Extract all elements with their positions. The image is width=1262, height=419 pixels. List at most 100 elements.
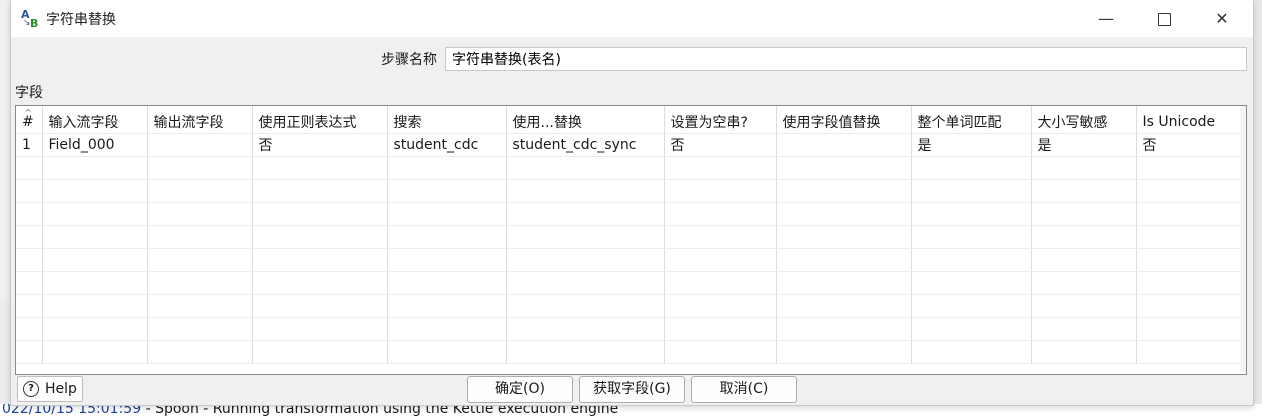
column-header[interactable]: 使用...替换 bbox=[506, 106, 665, 134]
table-cell[interactable] bbox=[16, 202, 43, 226]
fields-table[interactable]: ^ # 输入流字段 输出流字段 使用正则表达式 搜索 使用...替换 设置为空串? 使用字段值… bbox=[15, 105, 1247, 375]
column-header[interactable]: 整个单词匹配 bbox=[911, 106, 1032, 134]
column-header[interactable]: 大小写敏感 bbox=[1031, 106, 1137, 134]
table-row[interactable]: 1 Field_000 否 student_cdc student_cdc_sync 否是… bbox=[16, 133, 1243, 157]
table-cell[interactable] bbox=[16, 156, 43, 180]
table-cell[interactable] bbox=[506, 225, 665, 249]
table-cell[interactable] bbox=[664, 317, 777, 341]
table-cell[interactable] bbox=[147, 340, 253, 364]
table-cell[interactable] bbox=[664, 271, 777, 295]
table-cell[interactable] bbox=[42, 294, 148, 318]
empty-table-row[interactable] bbox=[16, 202, 1243, 226]
table-cell[interactable] bbox=[776, 133, 912, 157]
table-cell[interactable] bbox=[664, 248, 777, 272]
table-cell[interactable] bbox=[252, 317, 388, 341]
table-cell[interactable] bbox=[147, 156, 253, 180]
table-cell[interactable]: 是 bbox=[1031, 133, 1137, 157]
table-cell[interactable] bbox=[506, 248, 665, 272]
table-cell[interactable] bbox=[147, 133, 253, 157]
table-cell[interactable] bbox=[42, 271, 148, 295]
table-cell[interactable] bbox=[911, 225, 1032, 249]
table-cell[interactable] bbox=[252, 340, 388, 364]
table-cell[interactable] bbox=[1031, 271, 1137, 295]
table-cell[interactable] bbox=[911, 248, 1032, 272]
empty-table-row[interactable] bbox=[16, 317, 1243, 341]
table-cell[interactable] bbox=[911, 179, 1032, 203]
table-cell[interactable] bbox=[776, 202, 912, 226]
table-cell[interactable] bbox=[42, 225, 148, 249]
column-header[interactable]: 输出流字段 bbox=[147, 106, 253, 134]
table-cell[interactable] bbox=[911, 340, 1032, 364]
table-cell[interactable] bbox=[664, 202, 777, 226]
table-cell[interactable] bbox=[506, 294, 665, 318]
help-button[interactable]: ? Help bbox=[17, 376, 83, 402]
table-cell[interactable] bbox=[1136, 340, 1243, 364]
step-name-input[interactable] bbox=[445, 47, 1247, 71]
column-header[interactable]: 设置为空串? bbox=[664, 106, 777, 134]
table-cell[interactable] bbox=[506, 202, 665, 226]
table-cell[interactable] bbox=[42, 202, 148, 226]
table-cell[interactable]: 是 bbox=[911, 133, 1032, 157]
table-cell[interactable] bbox=[1136, 248, 1243, 272]
table-cell[interactable]: 否 bbox=[1136, 133, 1243, 157]
table-cell[interactable] bbox=[387, 248, 507, 272]
get-fields-button[interactable]: 获取字段(G) bbox=[579, 376, 685, 403]
table-cell[interactable] bbox=[147, 317, 253, 341]
table-cell[interactable] bbox=[776, 340, 912, 364]
table-cell[interactable] bbox=[911, 271, 1032, 295]
table-cell[interactable] bbox=[776, 317, 912, 341]
table-cell[interactable] bbox=[506, 156, 665, 180]
table-cell[interactable] bbox=[776, 271, 912, 295]
table-cell[interactable] bbox=[1031, 317, 1137, 341]
close-button[interactable]: ✕ bbox=[1199, 0, 1245, 37]
table-cell[interactable]: student_cdc bbox=[387, 133, 507, 157]
table-cell[interactable] bbox=[387, 294, 507, 318]
table-cell[interactable] bbox=[1136, 225, 1243, 249]
minimize-button[interactable]: — bbox=[1083, 0, 1129, 37]
table-cell[interactable] bbox=[16, 225, 43, 249]
ok-button[interactable]: 确定(O) bbox=[467, 376, 573, 403]
table-cell[interactable] bbox=[252, 202, 388, 226]
cancel-button[interactable]: 取消(C) bbox=[691, 376, 797, 403]
table-cell[interactable] bbox=[911, 156, 1032, 180]
table-cell[interactable] bbox=[664, 294, 777, 318]
table-cell[interactable] bbox=[1136, 179, 1243, 203]
table-cell[interactable] bbox=[42, 248, 148, 272]
table-cell[interactable] bbox=[387, 317, 507, 341]
table-cell[interactable] bbox=[776, 179, 912, 203]
table-cell[interactable] bbox=[911, 202, 1032, 226]
table-cell[interactable] bbox=[1031, 248, 1137, 272]
table-cell[interactable] bbox=[1031, 202, 1137, 226]
table-cell[interactable] bbox=[1136, 317, 1243, 341]
table-cell[interactable] bbox=[387, 202, 507, 226]
table-cell[interactable] bbox=[506, 271, 665, 295]
table-cell[interactable] bbox=[387, 225, 507, 249]
table-cell[interactable] bbox=[42, 179, 148, 203]
table-cell[interactable] bbox=[387, 340, 507, 364]
empty-table-row[interactable] bbox=[16, 248, 1243, 272]
table-cell[interactable] bbox=[387, 271, 507, 295]
table-cell[interactable] bbox=[252, 156, 388, 180]
table-cell[interactable] bbox=[664, 179, 777, 203]
table-cell[interactable] bbox=[16, 179, 43, 203]
table-cell[interactable] bbox=[506, 179, 665, 203]
table-cell[interactable] bbox=[1136, 294, 1243, 318]
table-cell[interactable] bbox=[16, 271, 43, 295]
table-cell[interactable] bbox=[664, 340, 777, 364]
table-cell[interactable] bbox=[147, 271, 253, 295]
column-header[interactable]: 搜索 bbox=[387, 106, 507, 134]
table-cell[interactable] bbox=[776, 156, 912, 180]
column-header[interactable]: 使用正则表达式 bbox=[252, 106, 388, 134]
table-cell[interactable] bbox=[147, 202, 253, 226]
table-cell[interactable] bbox=[1136, 271, 1243, 295]
table-cell[interactable] bbox=[776, 248, 912, 272]
empty-table-row[interactable] bbox=[16, 294, 1243, 318]
table-cell[interactable]: 否 bbox=[252, 133, 388, 157]
table-cell[interactable] bbox=[147, 248, 253, 272]
table-cell[interactable] bbox=[776, 225, 912, 249]
table-cell[interactable]: 否 bbox=[664, 133, 777, 157]
table-cell[interactable]: 1 bbox=[16, 133, 43, 157]
table-cell[interactable] bbox=[664, 225, 777, 249]
column-header[interactable]: 使用字段值替换 bbox=[776, 106, 912, 134]
column-header[interactable]: 输入流字段 bbox=[42, 106, 148, 134]
